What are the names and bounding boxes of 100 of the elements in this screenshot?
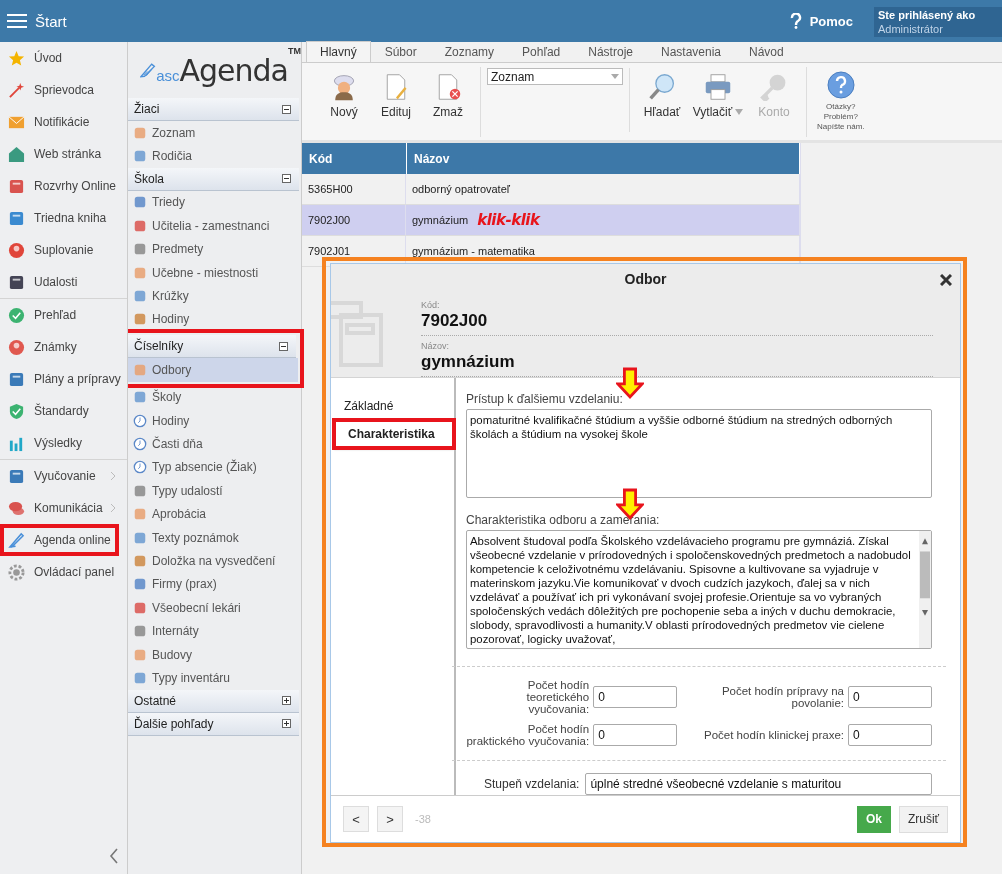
section-header[interactable]: Ostatné [128, 689, 299, 713]
nav-item[interactable]: Agenda online [0, 524, 119, 556]
nav-item[interactable]: Štandardy [0, 395, 119, 427]
menu-item[interactable]: Triedy [128, 190, 301, 215]
menu-item[interactable]: Časti dňa [128, 432, 301, 456]
star-icon [8, 49, 25, 67]
menu-item[interactable]: Typ absencie (Žiak) [128, 455, 301, 480]
menu-item[interactable]: Školy [128, 385, 301, 409]
nav-item[interactable]: Výsledky [0, 427, 119, 459]
menu-item[interactable]: Aprobácia [128, 502, 301, 526]
toolbar-button[interactable]: Nový [318, 73, 370, 137]
section-header[interactable]: Žiaci [128, 98, 299, 121]
field-label: Počet hodín prípravy na povolanie: [720, 685, 844, 710]
nav-item[interactable]: Prehľad [0, 299, 119, 331]
ribbon-tab[interactable]: Nástroje [574, 41, 647, 62]
nav-item[interactable]: Komunikácia [0, 492, 119, 524]
menu-item[interactable]: Hodiny [128, 307, 301, 332]
input-field[interactable]: 0 [593, 686, 678, 709]
menu-item[interactable]: Hodiny [128, 408, 301, 433]
table-row[interactable]: 5365H00 odborný opatrovateľ [302, 174, 800, 205]
nav-item[interactable]: Udalosti [0, 266, 119, 298]
nav-item[interactable]: Triedna kniha [0, 202, 119, 234]
menu-item[interactable]: Budovy [128, 642, 301, 667]
text-area[interactable]: Absolvent študoval podľa Školského vzdelávacieho programu pre gymnáziá. Získal všeobecné vzdelanie v prírodovedných i spoločenskovedných predmetoch a nadobudol kompetencie k celoživotnému vzdelávaniu. Spisovne a kultivovane sa vyjadruje v materinskom jazyku.Vie komunikovať v dvoch cudzích jazykoch, ďalej sa v nich vzdelávať a používať ich pri vykonávaní svojej profesie.Orientuje sa vo vybraných spoločenských vedách dôležitých pre pochopenie seba a iných v duchu demokracie, slobody, spravodlivosti a humanity.V oblasti prírodovedných predmetov vie cielene pozorovať, logicky uvažovať, [466, 530, 932, 650]
menu-icon[interactable] [7, 13, 27, 29]
expand-icon[interactable] [282, 719, 291, 729]
nav-item[interactable]: Notifikácie [0, 106, 119, 138]
key-icon [760, 73, 788, 101]
item-icon [133, 577, 147, 592]
help-button[interactable]: Otázky? Problém? Napíšte nám. [813, 71, 869, 135]
menu-item[interactable]: Odbory [128, 358, 298, 382]
field-label: Počet hodín praktického vyučovania: [466, 723, 590, 748]
item-icon [133, 362, 147, 377]
expand-icon[interactable] [282, 696, 291, 706]
menu-item[interactable]: Učebne - miestnosti [128, 260, 301, 285]
menu-item[interactable]: Firmy (prax) [128, 572, 301, 597]
dialog-tab[interactable]: Charakteristika [334, 420, 454, 449]
menu-item[interactable]: Texty poznámok [128, 525, 301, 550]
nav-item[interactable]: Rozvrhy Online [0, 170, 119, 202]
menu-item[interactable]: Všeobecní lekári [128, 596, 301, 620]
code-value: 7902J00 [421, 310, 933, 336]
wand-icon [8, 81, 25, 99]
ribbon-tab[interactable]: Zoznamy [430, 41, 509, 62]
input-field[interactable]: úplné stredné všeobecné vzdelanie s maturitou [585, 773, 932, 796]
scrollbar[interactable] [919, 531, 931, 649]
nav-item[interactable]: Plány a prípravy [0, 363, 119, 395]
field-label: Prístup k ďalšiemu vzdelaniu: [466, 392, 623, 407]
search-icon [648, 73, 676, 101]
question-mark-icon[interactable] [789, 13, 802, 29]
toolbar-button[interactable]: Hľadať [636, 73, 688, 137]
field-label: Názov: [421, 340, 450, 351]
nav-item[interactable]: Ovládací panel [0, 556, 119, 588]
menu-item[interactable]: Typy inventáru [128, 666, 301, 690]
user-panel[interactable]: Ste prihlásený ako Administrátor [874, 7, 1002, 37]
toolbar-button[interactable]: Zmaž [422, 73, 474, 137]
menu-item[interactable]: Predmety [128, 237, 301, 261]
text-area[interactable]: pomaturitné kvalifikačné štúdium a vyššie odborné štúdium na stredných odborných školách a štúdium na vysokej škole [466, 409, 932, 499]
section-header[interactable]: Číselníky [128, 335, 296, 359]
caret-icon [611, 73, 619, 80]
collapse-icon[interactable] [282, 174, 291, 184]
close-icon[interactable] [940, 274, 952, 286]
nav-item[interactable]: Suplovanie [0, 234, 119, 266]
menu-item[interactable]: Typy udalostí [128, 479, 301, 503]
nav-item[interactable]: Vyučovanie [0, 460, 119, 492]
collapse-icon[interactable] [279, 341, 288, 351]
field-label: Počet hodín klinickej praxe: [703, 729, 844, 742]
nav-item[interactable]: Úvod [0, 42, 119, 74]
chevron-left-icon[interactable] [109, 848, 119, 864]
previous-button[interactable]: < [343, 806, 369, 833]
item-icon [133, 647, 147, 662]
table-cell: gymnázium - matematika [412, 245, 535, 257]
view-select[interactable]: Zoznam [487, 68, 623, 85]
next-button[interactable]: > [377, 806, 403, 833]
table-row[interactable]: 7902J00 gymnázium klik-klik [302, 205, 800, 236]
input-field[interactable]: 0 [848, 724, 932, 747]
section-header[interactable]: Škola [128, 167, 299, 191]
ribbon-tab[interactable]: Súbor [370, 41, 431, 62]
collapse-icon[interactable] [282, 104, 291, 114]
ribbon-tab[interactable]: Nastavenia [646, 41, 735, 62]
menu-item[interactable]: Krúžky [128, 284, 301, 308]
ribbon-tab[interactable]: Pohľad [508, 41, 575, 62]
toolbar-button[interactable]: Edituj [370, 73, 422, 137]
clock-icon [133, 460, 147, 475]
toolbar-button[interactable]: Vytlačiť [688, 73, 748, 137]
menu-item[interactable]: Učitelia - zamestnanci [128, 214, 301, 238]
section-header[interactable]: Ďalšie pohľady [128, 712, 299, 736]
dialog-tab[interactable]: Základné [331, 392, 454, 421]
ribbon-tab[interactable]: Hlavný [306, 41, 371, 62]
menu-item[interactable]: Doložka na vysvedčení [128, 549, 301, 573]
menu-item[interactable]: Zoznam [128, 121, 301, 145]
input-field[interactable]: 0 [593, 724, 678, 747]
input-field[interactable]: 0 [848, 686, 932, 709]
menu-item[interactable]: Rodičia [128, 144, 301, 168]
help-link[interactable]: Pomoc [809, 13, 853, 29]
nav-item[interactable]: Sprievodca [0, 74, 119, 106]
cancel-button[interactable]: Zrušiť [899, 805, 948, 833]
nav-item[interactable]: Známky [0, 331, 119, 363]
ribbon-tab[interactable]: Návod [735, 41, 798, 62]
menu-item[interactable]: Internáty [128, 619, 301, 643]
nav-item[interactable]: Web stránka [0, 138, 119, 170]
